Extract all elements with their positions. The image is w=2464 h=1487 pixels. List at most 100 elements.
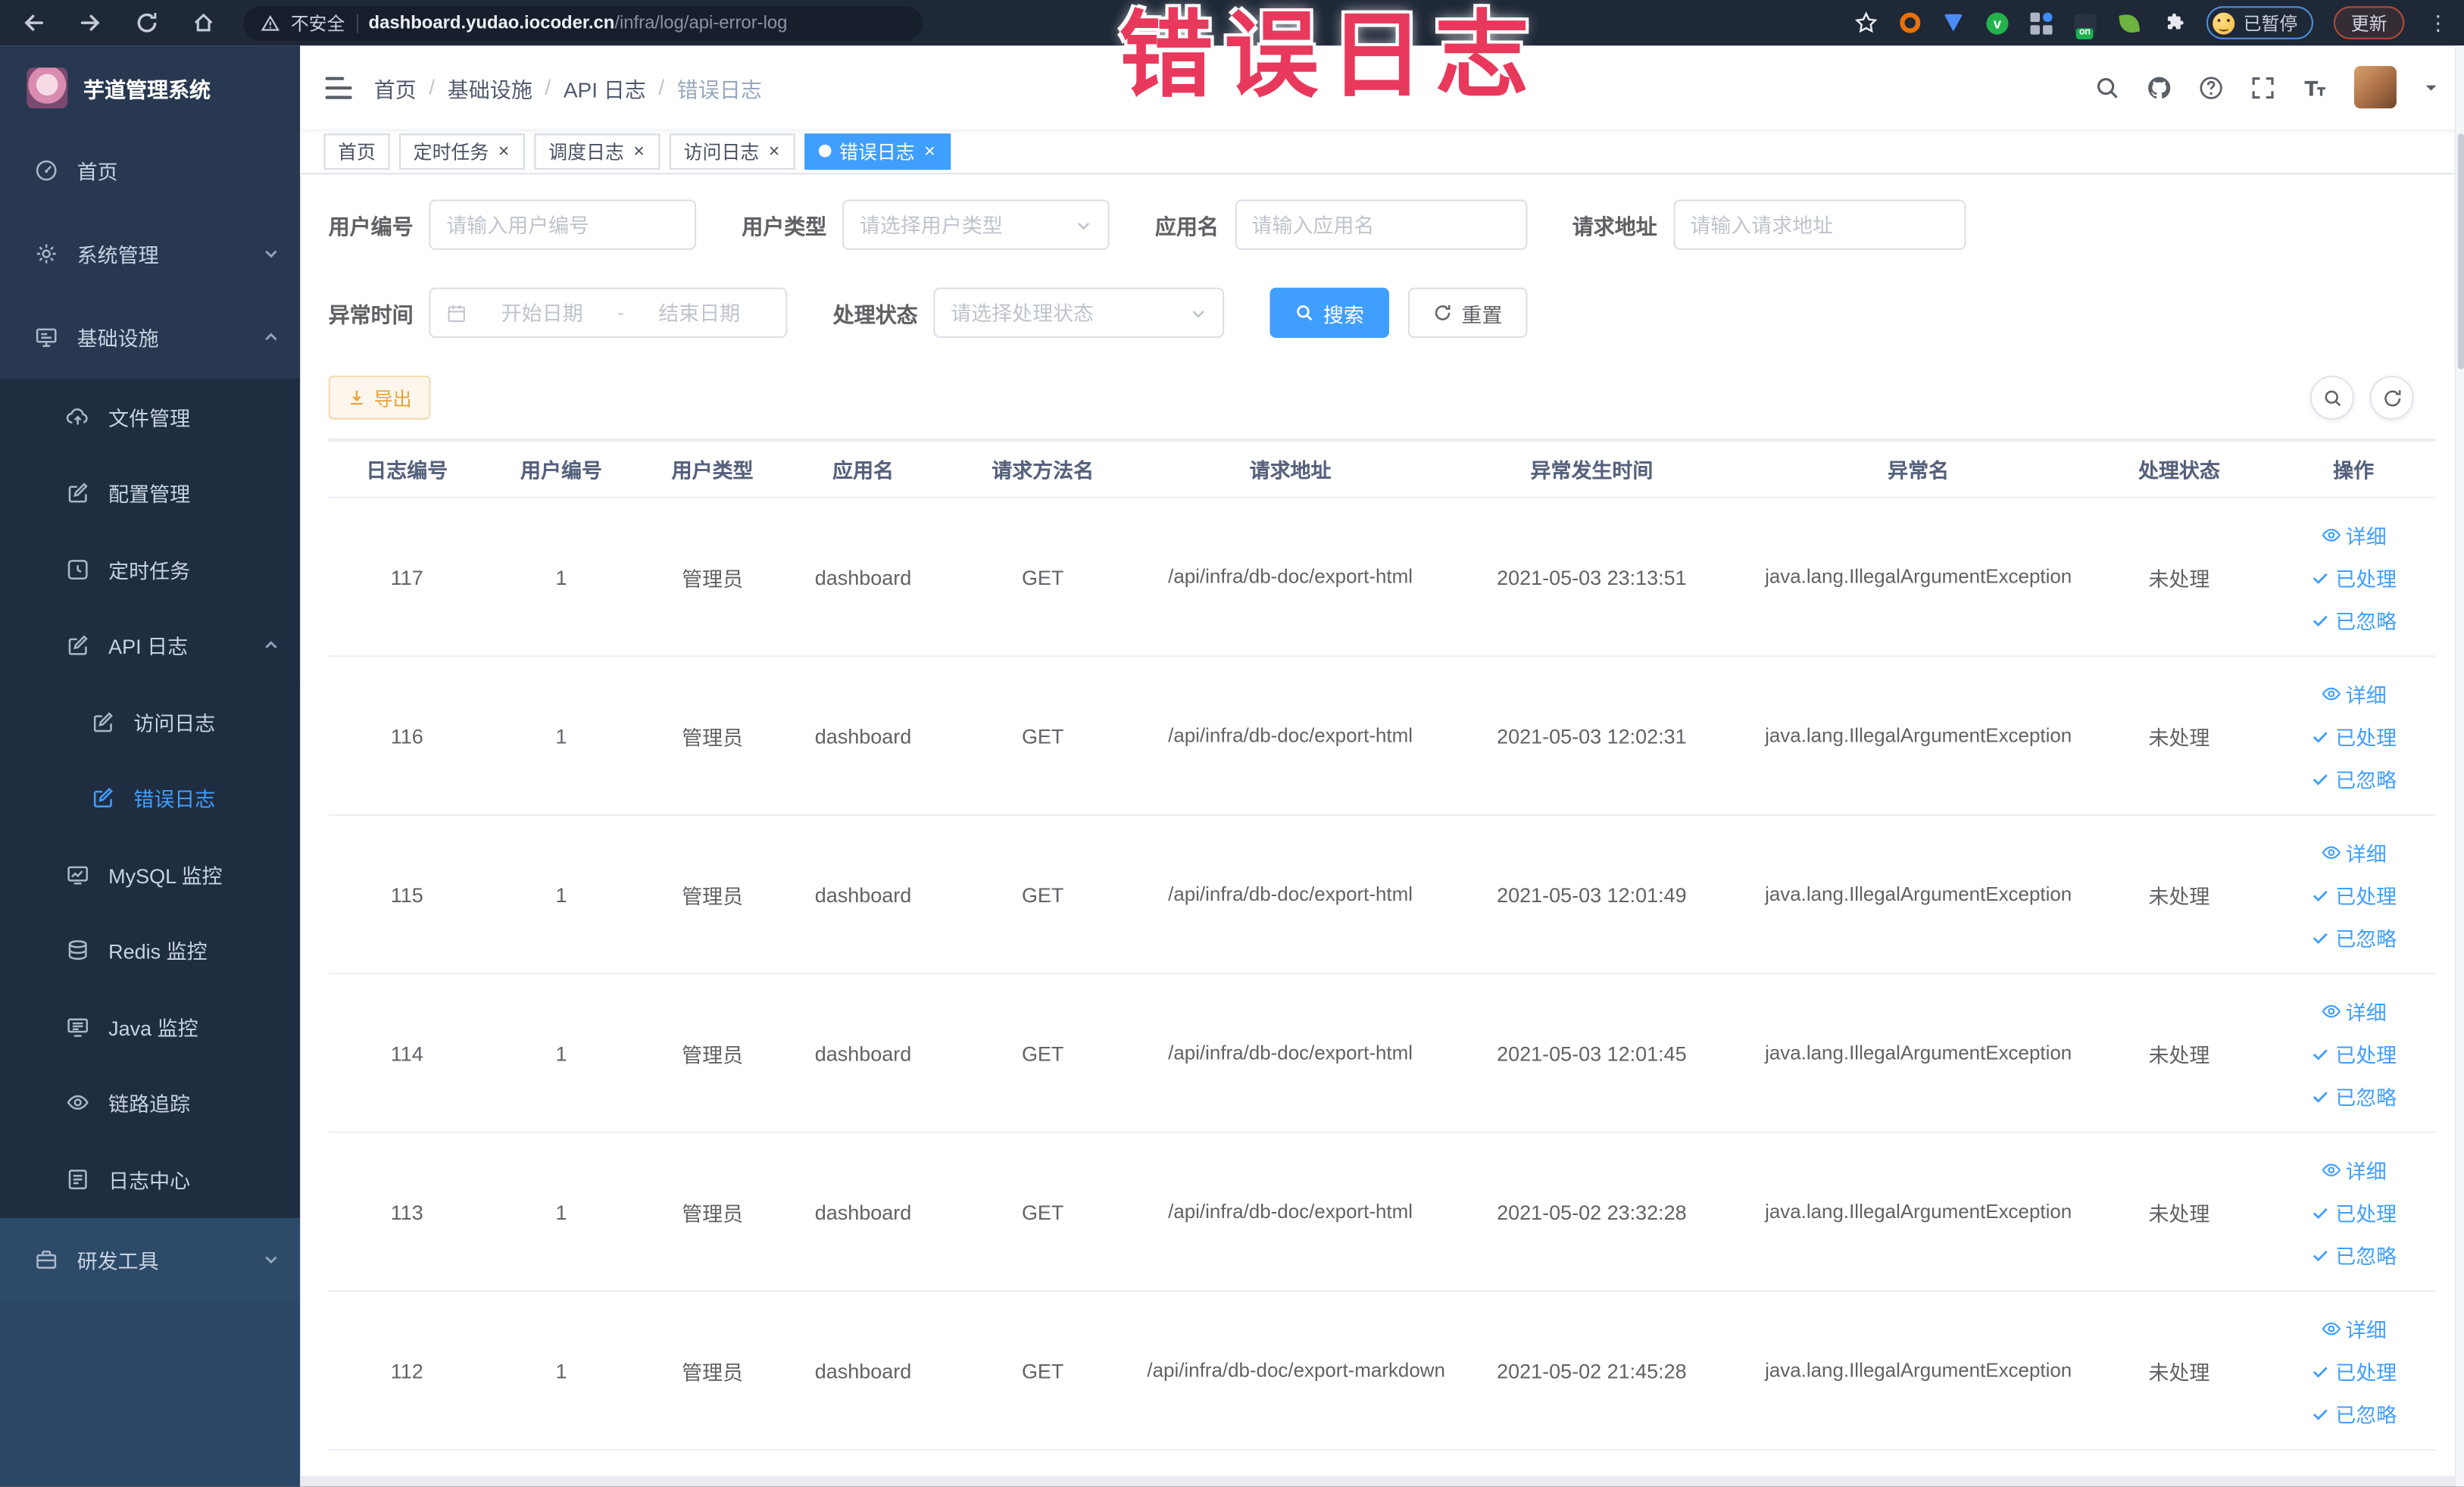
sidebar-item[interactable]: 研发工具 [0, 1217, 301, 1301]
close-icon[interactable]: × [923, 142, 937, 161]
url-text[interactable]: dashboard.yudao.iocoder.cn/infra/log/api… [369, 14, 788, 33]
sidebar-item[interactable]: MySQL 监控 [0, 836, 301, 913]
address-bar[interactable]: 不安全 dashboard.yudao.iocoder.cn/infra/log… [243, 5, 923, 40]
detail-link[interactable]: 详细 [2321, 1154, 2387, 1184]
start-date-input[interactable] [476, 301, 608, 325]
sidebar-item[interactable]: Redis 监控 [0, 912, 301, 989]
url-path: /infra/log/api-error-log [614, 13, 788, 33]
insecure-warning-icon[interactable] [261, 14, 280, 33]
sidebar-item[interactable]: 文件管理 [0, 379, 301, 455]
column-header: 操作 [2333, 458, 2375, 483]
toggle-search-button[interactable] [2309, 375, 2354, 420]
user-type-select[interactable] [842, 199, 1110, 250]
security-label[interactable]: 不安全 [291, 10, 345, 35]
close-icon[interactable]: × [767, 142, 782, 161]
timer-icon [66, 558, 89, 581]
check-icon [2310, 1043, 2331, 1064]
export-button[interactable]: 导出 [328, 375, 431, 420]
extension-icon-grid[interactable] [2029, 11, 2053, 35]
mark-ignored-link[interactable]: 已忽略 [2310, 1398, 2397, 1427]
tab-schedule-log[interactable]: 调度日志 × [534, 133, 661, 170]
tab-scheduled-jobs[interactable]: 定时任务 × [399, 133, 526, 170]
detail-link[interactable]: 详细 [2321, 995, 2387, 1025]
back-icon[interactable] [22, 11, 45, 35]
breadcrumb-item[interactable]: 基础设施 [448, 71, 532, 102]
font-size-icon[interactable] [2302, 75, 2327, 100]
sidebar-item[interactable]: 基础设施 [0, 295, 301, 380]
cell-method: GET [1021, 723, 1064, 748]
app-name-input[interactable] [1251, 213, 1510, 237]
cell-user-id: 1 [555, 723, 567, 748]
mark-processed-link[interactable]: 已处理 [2310, 720, 2397, 750]
breadcrumb-item[interactable]: API 日志 [564, 71, 646, 102]
user-id-input[interactable] [446, 213, 679, 237]
bookmark-star-icon[interactable] [1853, 11, 1877, 35]
mark-processed-link[interactable]: 已处理 [2310, 879, 2397, 909]
detail-link[interactable]: 详细 [2321, 678, 2387, 708]
forward-icon[interactable] [79, 11, 102, 35]
user-avatar[interactable] [2353, 66, 2397, 109]
search-button[interactable]: 搜索 [1269, 287, 1390, 339]
detail-link[interactable]: 详细 [2321, 1313, 2387, 1342]
check-icon [2310, 567, 2331, 587]
extension-icon-onoff[interactable] [2074, 11, 2097, 39]
help-icon[interactable] [2199, 75, 2224, 100]
tab-access-log[interactable]: 访问日志 × [669, 133, 796, 170]
mark-processed-link[interactable]: 已处理 [2310, 1038, 2397, 1067]
chevron-down-icon[interactable] [2423, 80, 2439, 95]
active-tab-dot [819, 144, 832, 158]
profile-paused-badge[interactable]: 已暂停 [2205, 6, 2313, 39]
mark-ignored-link[interactable]: 已忽略 [2310, 763, 2397, 792]
detail-link[interactable]: 详细 [2321, 520, 2387, 549]
request-url-input[interactable] [1690, 213, 1948, 237]
reload-icon[interactable] [135, 11, 158, 35]
tab-error-log[interactable]: 错误日志 × [804, 133, 951, 170]
extension-icon-drop[interactable] [1941, 11, 1965, 35]
sidebar-logo-row[interactable]: 芋道管理系统 [0, 45, 300, 129]
search-icon[interactable] [2095, 75, 2120, 100]
extension-icon-leaf[interactable] [2118, 11, 2141, 35]
sidebar-item[interactable]: API 日志 [0, 607, 301, 684]
mark-processed-link[interactable]: 已处理 [2310, 562, 2397, 592]
github-icon[interactable] [2147, 75, 2172, 100]
home-icon[interactable] [192, 11, 215, 35]
sidebar-item[interactable]: 首页 [0, 129, 301, 213]
sidebar-item[interactable]: 日志中心 [0, 1141, 301, 1217]
detail-link[interactable]: 详细 [2321, 837, 2387, 867]
scrollbar-thumb[interactable] [2457, 133, 2464, 370]
cell-exception: java.lang.IllegalArgumentException [1765, 724, 2072, 747]
reset-button[interactable]: 重置 [1407, 287, 1528, 339]
sidebar-item[interactable]: 配置管理 [0, 455, 301, 532]
fullscreen-icon[interactable] [2250, 75, 2275, 100]
cell-user-type: 管理员 [682, 884, 744, 908]
sidebar-item[interactable]: Java 监控 [0, 988, 301, 1065]
sidebar-item[interactable]: 访问日志 [0, 683, 301, 761]
tab-home[interactable]: 首页 [323, 133, 390, 170]
process-status-select[interactable] [933, 287, 1225, 339]
mark-ignored-link[interactable]: 已忽略 [2310, 922, 2397, 951]
browser-update-button[interactable]: 更新 [2333, 6, 2405, 39]
extension-icon-puzzle[interactable] [2162, 11, 2185, 35]
mark-processed-link[interactable]: 已处理 [2310, 1197, 2397, 1226]
sidebar-item[interactable]: 链路追踪 [0, 1064, 301, 1142]
end-date-input[interactable] [633, 301, 766, 325]
extension-icon-orange[interactable] [1897, 11, 1921, 35]
sidebar-item[interactable]: 错误日志 [0, 760, 301, 836]
mark-ignored-link[interactable]: 已忽略 [2310, 604, 2397, 634]
extension-icon-green-v[interactable]: v [1985, 11, 2009, 35]
sidebar-collapse-icon[interactable] [325, 76, 352, 98]
breadcrumb-item[interactable]: 首页 [374, 71, 417, 102]
browser-menu-icon[interactable]: ⋮ [2428, 13, 2448, 33]
table-row: 114 1 管理员 dashboard GET /api/infra/db-do… [328, 974, 2436, 1133]
app-header: 首页 / 基础设施 / API 日志 / 错误日志 [300, 45, 2464, 130]
mark-ignored-link[interactable]: 已忽略 [2310, 1080, 2397, 1110]
refresh-table-button[interactable] [2369, 375, 2414, 420]
sidebar-item[interactable]: 系统管理 [0, 212, 301, 296]
close-icon[interactable]: × [632, 142, 646, 161]
sidebar-item[interactable]: 定时任务 [0, 531, 301, 608]
page-scrollbar[interactable] [2454, 45, 2464, 1487]
mark-ignored-link[interactable]: 已忽略 [2310, 1239, 2397, 1269]
date-range-picker[interactable]: - [429, 287, 788, 339]
mark-processed-link[interactable]: 已处理 [2310, 1355, 2397, 1385]
close-icon[interactable]: × [497, 142, 511, 161]
